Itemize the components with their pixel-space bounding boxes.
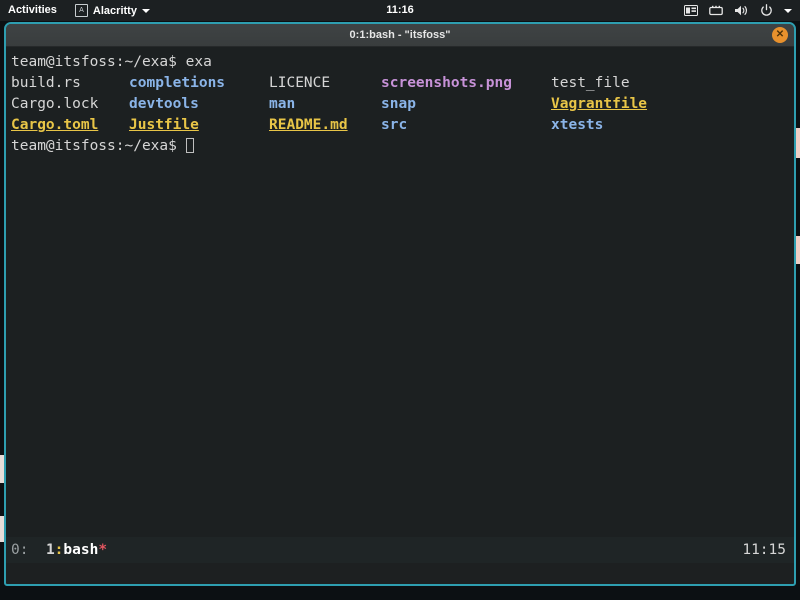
tmux-window-name[interactable]: bash [63, 542, 98, 558]
listing-entry[interactable]: README.md [269, 115, 381, 136]
terminal-command-line: team@itsfoss:~/exa$ exa [11, 52, 794, 73]
gnome-top-bar: Activities A Alacritty 11:16 [0, 0, 800, 21]
tmux-clock: 11:15 [742, 541, 786, 558]
listing-entry[interactable]: screenshots.png [381, 73, 551, 94]
window-title-bar[interactable]: 0:1:bash - "itsfoss" ✕ [6, 24, 794, 47]
listing-row: Cargo.toml Justfile README.md src xtests [11, 115, 794, 136]
listing-entry[interactable]: LICENCE [269, 73, 381, 94]
listing-row: build.rs completions LICENCE screenshots… [11, 73, 794, 94]
power-icon[interactable] [760, 4, 773, 17]
network-wired-icon[interactable] [709, 5, 723, 17]
listing-entry[interactable]: Vagrantfile [551, 94, 711, 115]
tmux-window-index[interactable]: 1 [46, 542, 55, 558]
listing-entry[interactable]: xtests [551, 115, 711, 136]
listing-row: Cargo.lock devtools man snap Vagrantfile [11, 94, 794, 115]
listing-entry[interactable]: src [381, 115, 551, 136]
window-title: 0:1:bash - "itsfoss" [349, 29, 451, 41]
tmux-window-list: 0: 1:bash* [6, 540, 107, 561]
listing-entry[interactable]: test_file [551, 73, 711, 94]
chevron-down-icon[interactable] [784, 8, 792, 13]
volume-icon[interactable] [734, 4, 749, 17]
listing-entry[interactable]: snap [381, 94, 551, 115]
terminal-prompt-line: team@itsfoss:~/exa$ [11, 136, 794, 157]
app-menu-button[interactable]: A Alacritty [67, 4, 158, 17]
alacritty-window: 0:1:bash - "itsfoss" ✕ team@itsfoss:~/ex… [4, 22, 796, 586]
terminal-content[interactable]: team@itsfoss:~/exa$ exa build.rs complet… [6, 47, 794, 563]
listing-entry[interactable]: devtools [129, 94, 269, 115]
shell-command: exa [176, 54, 212, 70]
chevron-down-icon [141, 8, 150, 13]
listing-entry[interactable]: build.rs [11, 73, 129, 94]
keyboard-layout-icon[interactable] [684, 5, 698, 16]
shell-prompt: team@itsfoss:~/exa$ [11, 54, 177, 70]
tmux-window-flag: * [98, 541, 108, 558]
close-icon[interactable]: ✕ [772, 27, 788, 43]
text-cursor [185, 138, 194, 153]
shell-prompt: team@itsfoss:~/exa$ [11, 138, 177, 154]
alacritty-icon: A [74, 4, 88, 17]
listing-entry[interactable]: Cargo.lock [11, 94, 129, 115]
app-menu-label: Alacritty [92, 4, 137, 17]
activities-button[interactable]: Activities [0, 0, 67, 21]
tmux-session-index: 0: [11, 541, 29, 558]
listing-entry[interactable]: Cargo.toml [11, 115, 129, 136]
listing-entry[interactable]: completions [129, 73, 269, 94]
system-tray[interactable] [684, 4, 800, 17]
tmux-status-bar: 0: 1:bash* 11:15 [6, 537, 794, 563]
listing-entry[interactable]: Justfile [129, 115, 269, 136]
listing-entry[interactable]: man [269, 94, 381, 115]
